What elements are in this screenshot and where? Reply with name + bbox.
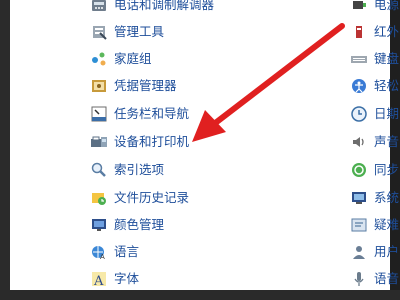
- item-label: 索引选项: [114, 162, 165, 177]
- svg-text:A: A: [100, 253, 105, 261]
- homegroup-icon: [90, 50, 108, 68]
- user-accounts-icon: [350, 243, 368, 261]
- item-label: 声音: [374, 134, 400, 149]
- item-sync[interactable]: 同步: [350, 159, 399, 181]
- item-label: 电源: [374, 0, 400, 12]
- item-label: 电话和调制解调器: [114, 0, 215, 12]
- item-system[interactable]: 系统: [350, 187, 399, 209]
- item-label: 语言: [114, 244, 140, 259]
- item-label: 键盘: [374, 51, 400, 66]
- item-language[interactable]: A 语言: [90, 241, 139, 263]
- item-label: 家庭组: [114, 51, 152, 66]
- item-label: 任务栏和导航: [114, 106, 190, 121]
- taskbar-icon: [90, 105, 108, 123]
- item-indexing[interactable]: 索引选项: [90, 159, 164, 181]
- item-label: 轻松: [374, 78, 400, 93]
- sound-icon: [350, 133, 368, 151]
- item-label: 字体: [114, 271, 140, 286]
- indexing-icon: [90, 161, 108, 179]
- item-label: 疑难: [374, 217, 400, 232]
- item-label: 红外: [374, 24, 400, 39]
- fonts-icon: A: [90, 270, 108, 288]
- sync-icon: [350, 161, 368, 179]
- item-fonts[interactable]: A 字体: [90, 268, 139, 290]
- item-troubleshooting[interactable]: 疑难: [350, 214, 399, 236]
- item-credential-manager[interactable]: 凭据管理器: [90, 75, 177, 97]
- item-sound[interactable]: 声音: [350, 131, 399, 153]
- item-label: 颜色管理: [114, 217, 165, 232]
- power-icon: [350, 0, 368, 14]
- devices-printers-icon: [90, 133, 108, 151]
- item-power[interactable]: 电源: [350, 0, 399, 16]
- item-label: 同步: [374, 162, 400, 177]
- troubleshooting-icon: [350, 216, 368, 234]
- system-icon: [350, 189, 368, 207]
- item-color-management[interactable]: 颜色管理: [90, 214, 164, 236]
- phone-modem-icon: [90, 0, 108, 14]
- item-devices-printers[interactable]: 设备和打印机: [90, 131, 189, 153]
- ease-of-access-icon: [350, 77, 368, 95]
- item-label: 系统: [374, 190, 400, 205]
- item-file-history[interactable]: 文件历史记录: [90, 187, 189, 209]
- item-ease-of-access[interactable]: 轻松: [350, 75, 399, 97]
- item-label: 语音: [374, 271, 400, 286]
- item-label: 凭据管理器: [114, 78, 177, 93]
- window-bottom-edge: [0, 290, 400, 300]
- item-label: 设备和打印机: [114, 134, 190, 149]
- speech-icon: [350, 270, 368, 288]
- item-homegroup[interactable]: 家庭组: [90, 48, 152, 70]
- color-management-icon: [90, 216, 108, 234]
- item-taskbar[interactable]: 任务栏和导航: [90, 103, 189, 125]
- item-user-accounts[interactable]: 用户: [350, 241, 399, 263]
- item-label: 文件历史记录: [114, 190, 190, 205]
- item-infrared[interactable]: 红外: [350, 21, 399, 43]
- item-label: 管理工具: [114, 24, 165, 39]
- window-left-edge: [0, 0, 10, 300]
- file-history-icon: [90, 189, 108, 207]
- language-icon: A: [90, 243, 108, 261]
- date-time-icon: [350, 105, 368, 123]
- keyboard-icon: [350, 50, 368, 68]
- item-label: 用户: [374, 244, 400, 259]
- admin-tools-icon: [90, 23, 108, 41]
- item-admin-tools[interactable]: 管理工具: [90, 21, 164, 43]
- infrared-icon: [350, 23, 368, 41]
- item-speech[interactable]: 语音: [350, 268, 399, 290]
- control-panel-items: 电话和调制解调器 管理工具 家庭组 凭据管理器 任务栏和导航 设备和打印机 索引…: [10, 0, 399, 290]
- credential-manager-icon: [90, 77, 108, 95]
- svg-text:A: A: [93, 274, 104, 288]
- item-date-time[interactable]: 日期: [350, 103, 399, 125]
- item-keyboard[interactable]: 键盘: [350, 48, 399, 70]
- item-phone-modem[interactable]: 电话和调制解调器: [90, 0, 214, 16]
- item-label: 日期: [374, 106, 400, 121]
